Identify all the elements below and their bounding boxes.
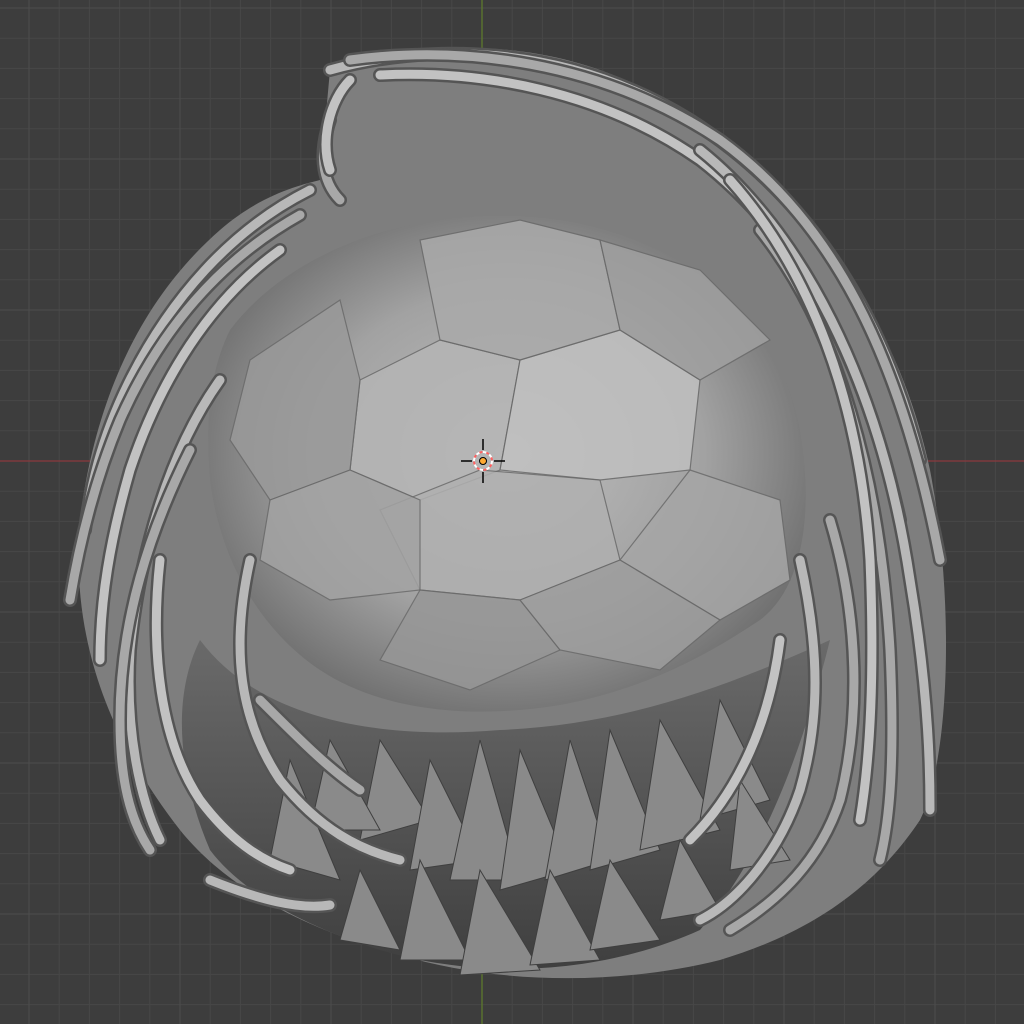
bowl-facet <box>419 219 621 361</box>
object-origin-dot <box>479 457 487 465</box>
viewport-canvas[interactable] <box>0 0 1024 1024</box>
3d-viewport[interactable] <box>0 0 1024 1024</box>
